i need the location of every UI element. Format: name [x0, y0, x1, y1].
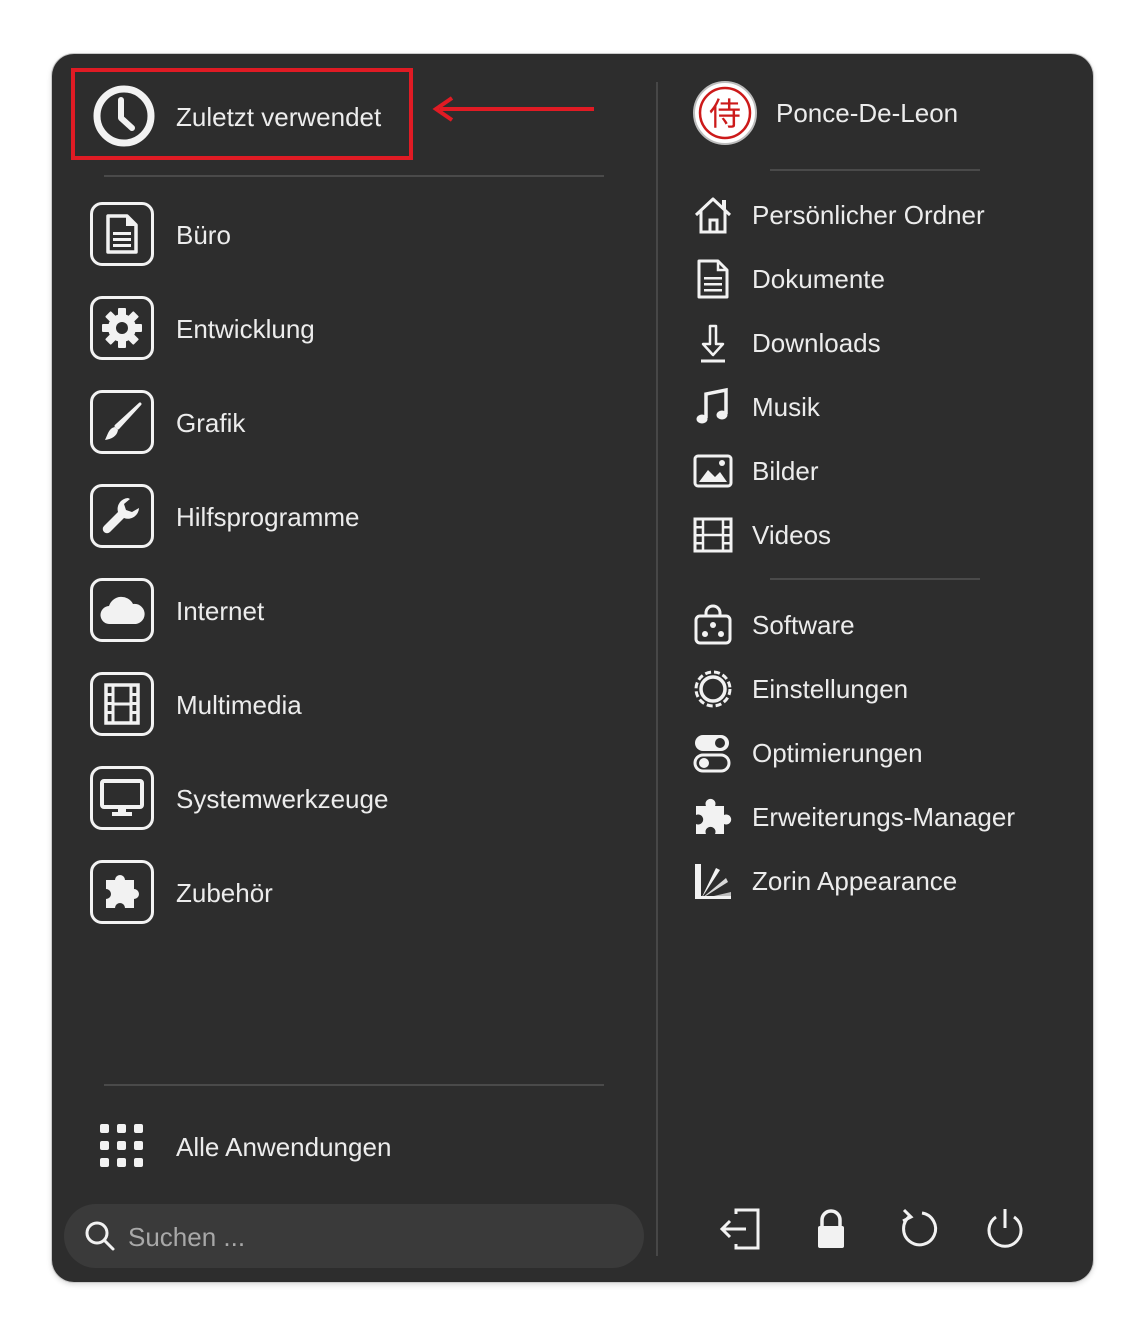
annotation-highlight-box: [71, 68, 413, 160]
category-tile: [90, 484, 154, 548]
place-videos[interactable]: Videos: [692, 510, 1082, 560]
app-menu: Zuletzt verwendet Büro Entwicklung Grafi…: [52, 54, 1093, 1282]
category-multimedia[interactable]: Multimedia: [90, 672, 590, 742]
search-input[interactable]: [126, 1216, 610, 1258]
place-music[interactable]: Musik: [692, 382, 1082, 432]
separator: [770, 169, 980, 171]
category-tile: [90, 390, 154, 454]
separator: [770, 578, 980, 580]
wrench-icon: [102, 498, 139, 534]
app-label: Einstellungen: [752, 674, 909, 704]
app-tweaks[interactable]: Optimierungen: [692, 728, 1082, 778]
app-settings[interactable]: Einstellungen: [692, 664, 1082, 714]
film-icon: [693, 517, 733, 553]
place-documents[interactable]: Dokumente: [692, 254, 1082, 304]
toggle-icon: [693, 735, 731, 773]
place-label: Bilder: [752, 456, 819, 486]
settings-gear-icon: [694, 670, 732, 708]
lock-icon[interactable]: [808, 1206, 854, 1252]
category-label: Zubehör: [176, 878, 273, 908]
app-grid-icon: [100, 1124, 143, 1167]
search-field[interactable]: [64, 1204, 644, 1268]
category-label: Büro: [176, 220, 231, 250]
category-tile: [90, 296, 154, 360]
category-zubehoer[interactable]: Zubehör: [90, 860, 590, 930]
place-label: Dokumente: [752, 264, 885, 294]
puzzle-icon: [696, 798, 732, 834]
zorin-appearance-icon: [695, 864, 731, 899]
category-label: Multimedia: [176, 690, 302, 720]
place-home-folder[interactable]: Persönlicher Ordner: [692, 190, 1082, 240]
app-extension-manager[interactable]: Erweiterungs-Manager: [692, 792, 1082, 842]
search-icon: [85, 1221, 115, 1251]
place-label: Musik: [752, 392, 820, 422]
power-icon[interactable]: [982, 1206, 1028, 1252]
annotation-arrow: [432, 96, 594, 122]
software-bag-icon: [694, 604, 732, 645]
logout-icon[interactable]: [718, 1206, 764, 1252]
gear-icon: [102, 308, 142, 348]
category-label: Grafik: [176, 408, 246, 438]
category-tile: [90, 672, 154, 736]
app-software[interactable]: Software: [692, 600, 1082, 650]
place-label: Persönlicher Ordner: [752, 200, 985, 230]
place-label: Downloads: [752, 328, 881, 358]
film-icon: [104, 683, 140, 725]
user-account-item[interactable]: 侍 Ponce-De-Leon: [692, 80, 1072, 148]
restart-icon[interactable]: [896, 1206, 942, 1252]
app-label: Zorin Appearance: [752, 866, 958, 896]
category-label: Entwicklung: [176, 314, 315, 344]
home-icon: [694, 197, 732, 234]
category-internet[interactable]: Internet: [90, 578, 590, 648]
category-label: Hilfsprogramme: [176, 502, 360, 532]
category-tile: [90, 202, 154, 266]
monitor-icon: [100, 779, 144, 816]
image-icon: [693, 454, 733, 488]
app-zorin-appearance[interactable]: Zorin Appearance: [692, 856, 1082, 906]
puzzle-icon: [106, 875, 139, 908]
download-icon: [701, 324, 725, 363]
document-icon: [106, 214, 138, 254]
category-tile: [90, 860, 154, 924]
category-grafik[interactable]: Grafik: [90, 390, 590, 460]
place-label: Videos: [752, 520, 832, 550]
avatar: 侍: [693, 81, 757, 145]
separator: [104, 175, 604, 177]
cloud-icon: [100, 596, 145, 625]
avatar-glyph: 侍: [709, 95, 741, 133]
separator: [104, 1084, 604, 1086]
place-pictures[interactable]: Bilder: [692, 446, 1082, 496]
category-label: Internet: [176, 596, 265, 626]
document-icon: [697, 259, 729, 299]
category-hilfsprogramme[interactable]: Hilfsprogramme: [90, 484, 590, 554]
app-label: Software: [752, 610, 855, 640]
all-applications-label: Alle Anwendungen: [176, 1132, 392, 1162]
all-applications-button[interactable]: Alle Anwendungen: [98, 1122, 498, 1172]
app-label: Erweiterungs-Manager: [752, 802, 1016, 832]
category-entwicklung[interactable]: Entwicklung: [90, 296, 590, 366]
category-buero[interactable]: Büro: [90, 202, 590, 272]
column-divider: [656, 82, 658, 1256]
category-label: Systemwerkzeuge: [176, 784, 389, 814]
category-systemwerkzeuge[interactable]: Systemwerkzeuge: [90, 766, 590, 836]
category-tile: [90, 766, 154, 830]
brush-icon: [105, 402, 142, 440]
app-label: Optimierungen: [752, 738, 923, 768]
category-tile: [90, 578, 154, 642]
place-downloads[interactable]: Downloads: [692, 318, 1082, 368]
user-name: Ponce-De-Leon: [776, 98, 959, 128]
music-icon: [696, 387, 728, 424]
